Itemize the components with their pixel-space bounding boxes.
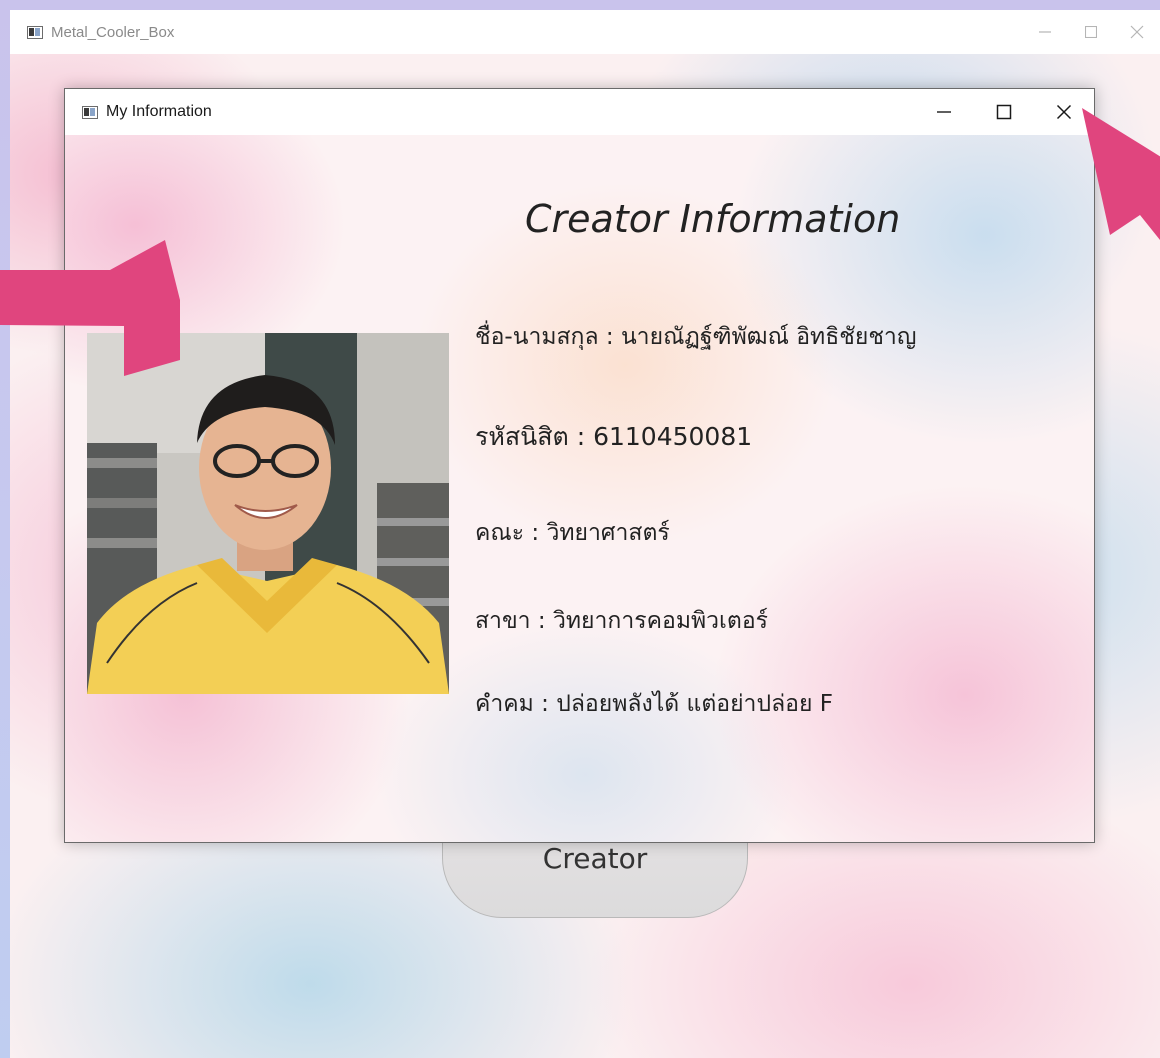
arrow-to-photo [0, 240, 180, 376]
annotation-arrows [0, 108, 1160, 376]
arrow-to-close-button [1082, 108, 1160, 240]
